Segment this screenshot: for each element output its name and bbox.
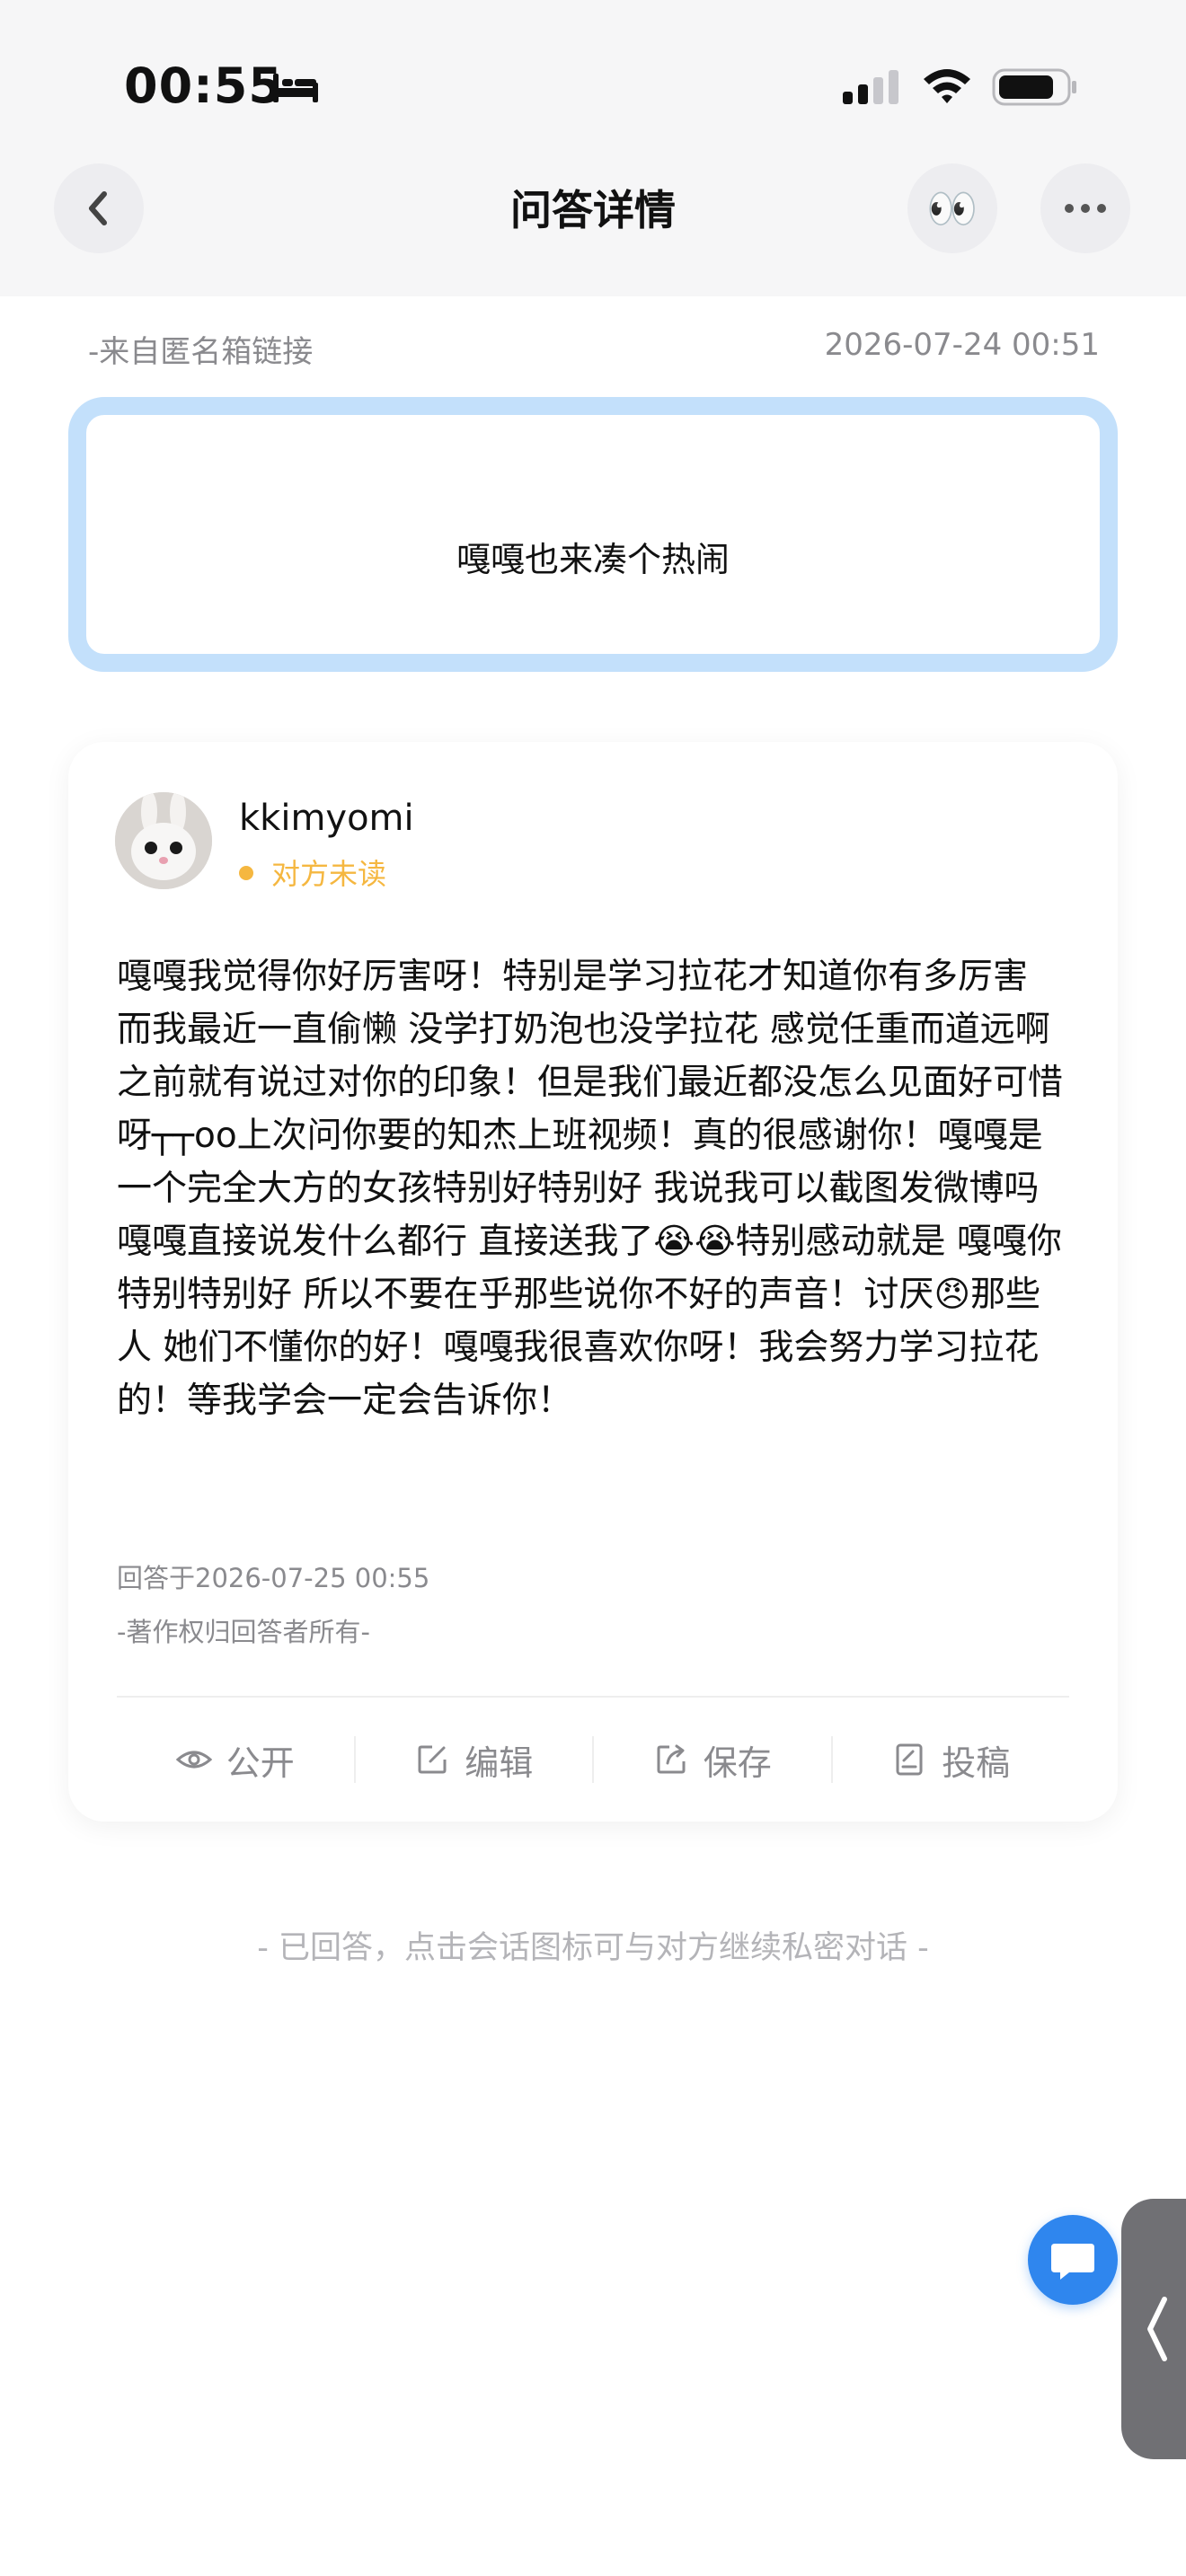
answer-card: kkimyomi 对方未读 嘎嘎我觉得你好厉害呀！特别是学习拉花才知道你有多厉害… (68, 742, 1118, 1822)
navigation-bar: 问答详情 👀 (0, 151, 1186, 296)
edit-icon (418, 1745, 447, 1774)
status-time: 00:55 (124, 57, 283, 114)
answer-text: 嘎嘎我觉得你好厉害呀！特别是学习拉花才知道你有多厉害 而我最近一直偷懒 没学打奶… (117, 957, 1064, 1421)
footer-hint: - 已回答，点击会话图标可与对方继续私密对话 - (257, 1930, 929, 1966)
public-label: 公开 (226, 1742, 295, 1783)
chevron-left-icon (1147, 2297, 1167, 2361)
submit-button[interactable]: 投稿 (833, 1735, 1070, 1785)
submit-label: 投稿 (942, 1742, 1011, 1783)
question-source: -来自匿名箱链接 (88, 334, 314, 370)
eye-icon (175, 1751, 212, 1769)
question-text: 嘎嘎也来凑个热闹 (456, 540, 730, 579)
edit-button[interactable]: 编辑 (356, 1735, 593, 1785)
eyes-icon: 👀 (926, 184, 978, 233)
share-out-icon (657, 1744, 686, 1774)
action-bar: 公开 编辑 保存 投稿 (117, 1698, 1069, 1822)
document-icon (896, 1743, 923, 1776)
read-status: 对方未读 (239, 851, 386, 893)
battery-icon (992, 68, 1076, 106)
answerer-username: kkimyomi (239, 798, 414, 839)
bunny-avatar-icon (115, 792, 212, 889)
page-title: 问答详情 (510, 186, 676, 234)
avatar[interactable] (115, 792, 212, 889)
edit-label: 编辑 (465, 1742, 534, 1783)
more-button[interactable] (1040, 163, 1130, 253)
status-bar: 00:55 (0, 0, 1186, 171)
copyright-notice: -著作权归回答者所有- (117, 1617, 370, 1647)
read-status-label: 对方未读 (271, 857, 387, 891)
question-time: 2026-07-24 00:51 (824, 327, 1100, 363)
wifi-icon (924, 69, 970, 103)
more-icon (1065, 204, 1106, 213)
chat-bubble-icon (1051, 2244, 1094, 2280)
bed-icon (273, 74, 318, 102)
signal-icon (843, 70, 898, 104)
unread-dot-icon (239, 866, 253, 880)
answered-at: 回答于2026-07-25 00:55 (117, 1563, 430, 1593)
eyes-button[interactable]: 👀 (907, 163, 997, 253)
chat-button[interactable] (1028, 2215, 1118, 2305)
public-button[interactable]: 公开 (117, 1735, 354, 1785)
save-label: 保存 (703, 1742, 772, 1783)
side-drawer-handle[interactable] (1121, 2199, 1186, 2459)
question-card: 嘎嘎也来凑个热闹 (68, 397, 1118, 672)
save-button[interactable]: 保存 (594, 1735, 831, 1785)
